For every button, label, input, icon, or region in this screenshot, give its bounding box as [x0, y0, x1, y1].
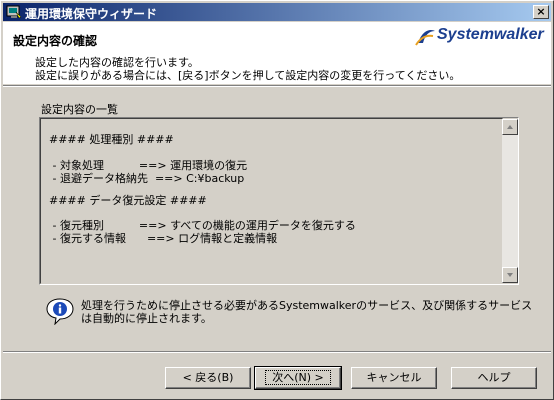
close-icon: × — [536, 5, 546, 18]
list-line: #### データ復元設定 #### — [49, 194, 207, 207]
cancel-button[interactable]: キャンセル — [351, 367, 437, 389]
logo-mark-icon — [415, 30, 435, 46]
app-icon — [6, 5, 22, 19]
settings-list-box[interactable]: #### 処理種別 #### - 対象処理 ==> 運用環境の復元 - 退避デー… — [39, 117, 519, 285]
list-line: #### 処理種別 #### — [49, 133, 174, 146]
arrow-down-icon — [507, 273, 513, 277]
vertical-scrollbar[interactable] — [502, 119, 518, 283]
help-button[interactable]: ヘルプ — [451, 367, 537, 389]
next-button[interactable]: 次へ(N) > — [254, 366, 342, 390]
list-line: - 復元する情報 ==> ログ情報と定義情報 — [49, 232, 278, 245]
logo-text: Systemwalker — [437, 26, 544, 43]
back-button[interactable]: < 戻る(B) — [165, 367, 251, 389]
wizard-header: 設定内容の確認 設定した内容の確認を行います。 設定に誤りがある場合には、[戻る… — [3, 22, 551, 84]
arrow-up-icon — [507, 125, 513, 129]
footer-divider — [3, 351, 551, 353]
page-description-line2: 設定に誤りがある場合には、[戻る]ボタンを押して設定内容の変更を行ってください。 — [35, 69, 461, 82]
info-icon — [46, 298, 74, 325]
header-divider — [3, 85, 551, 87]
close-button[interactable]: × — [533, 5, 549, 19]
title-bar[interactable]: 運用環境保守ウィザード × — [3, 3, 551, 21]
settings-list-label: 設定内容の一覧 — [41, 103, 118, 116]
settings-list-content: #### 処理種別 #### - 対象処理 ==> 運用環境の復元 - 退避デー… — [40, 118, 503, 284]
window-title: 運用環境保守ウィザード — [25, 7, 158, 21]
wizard-window: 運用環境保守ウィザード × 設定内容の確認 設定した内容の確認を行います。 設定… — [0, 0, 554, 400]
list-line: - 退避データ格納先 ==> C:¥backup — [49, 172, 245, 185]
page-title: 設定内容の確認 — [13, 34, 98, 48]
scroll-up-button[interactable] — [502, 119, 518, 135]
info-message-line2: は自動的に停止されます。 — [81, 312, 212, 325]
systemwalker-logo: Systemwalker — [413, 25, 545, 49]
scroll-down-button[interactable] — [502, 267, 518, 283]
next-button-label: 次へ(N) > — [265, 370, 331, 385]
